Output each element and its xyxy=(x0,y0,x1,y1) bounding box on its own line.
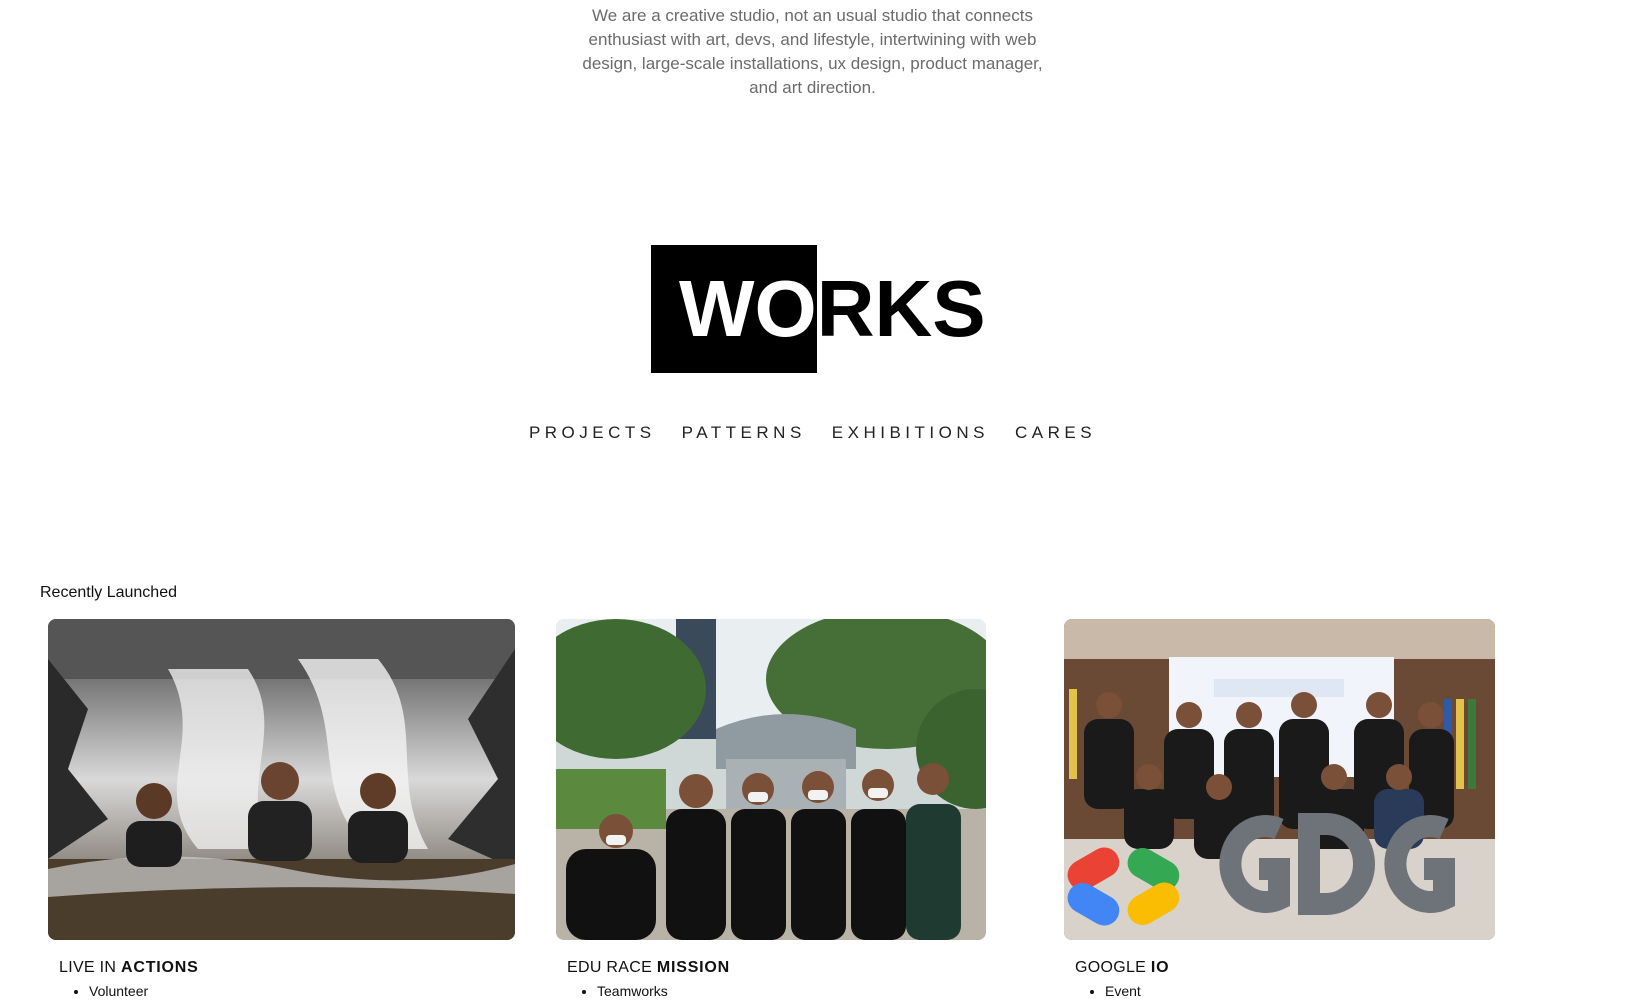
page: We are a creative studio, not an usual s… xyxy=(0,0,1625,1003)
project-card-edu-race-mission[interactable]: EDU RACE MISSION Teamworks xyxy=(556,619,986,1001)
project-image-gdg-event[interactable] xyxy=(1064,619,1495,940)
card-title-bold: ACTIONS xyxy=(120,959,199,976)
card-title-bold: MISSION xyxy=(656,959,731,976)
card-tag: Volunteer xyxy=(89,981,515,1001)
intro-section: We are a creative studio, not an usual s… xyxy=(0,4,1625,100)
nav-patterns-link[interactable]: PATTERNS xyxy=(682,423,806,443)
project-image-waterfall[interactable] xyxy=(48,619,515,940)
card-tags: Volunteer xyxy=(48,981,515,1001)
card-title-prefix: EDU RACE xyxy=(567,959,653,976)
nav-projects-link[interactable]: PROJECTS xyxy=(529,423,656,443)
card-tag: Teamworks xyxy=(597,981,986,1001)
works-nav: PROJECTS PATTERNS EXHIBITIONS CARES xyxy=(0,423,1625,443)
project-card-live-in-actions[interactable]: LIVE IN ACTIONS Volunteer xyxy=(48,619,515,1001)
card-title-prefix: GOOGLE xyxy=(1075,959,1147,976)
nav-exhibitions-link[interactable]: EXHIBITIONS xyxy=(832,423,989,443)
logo-text-inverted: WO xyxy=(679,264,817,353)
intro-text: We are a creative studio, not an usual s… xyxy=(582,6,1043,97)
card-tags: Teamworks xyxy=(556,981,986,1001)
logo-text-rest: RKS xyxy=(816,264,986,353)
card-tags: Event xyxy=(1064,981,1495,1001)
gdg-event-photo xyxy=(1064,619,1495,940)
card-title-prefix: LIVE IN xyxy=(59,959,117,976)
street-group-photo xyxy=(556,619,986,940)
waterfall-photo xyxy=(48,619,515,940)
recently-launched-heading: Recently Launched xyxy=(40,584,177,601)
card-title: LIVE IN ACTIONS xyxy=(59,959,515,977)
card-title: EDU RACE MISSION xyxy=(567,959,986,977)
card-tag: Event xyxy=(1105,981,1495,1001)
works-logo: WORKS xyxy=(651,245,991,373)
project-card-google-io[interactable]: GOOGLE IO Event xyxy=(1064,619,1495,1001)
card-title: GOOGLE IO xyxy=(1075,959,1495,977)
nav-cares-link[interactable]: CARES xyxy=(1015,423,1096,443)
project-image-street-group[interactable] xyxy=(556,619,986,940)
card-title-bold: IO xyxy=(1150,959,1170,976)
logo-text: WORKS xyxy=(679,261,986,357)
